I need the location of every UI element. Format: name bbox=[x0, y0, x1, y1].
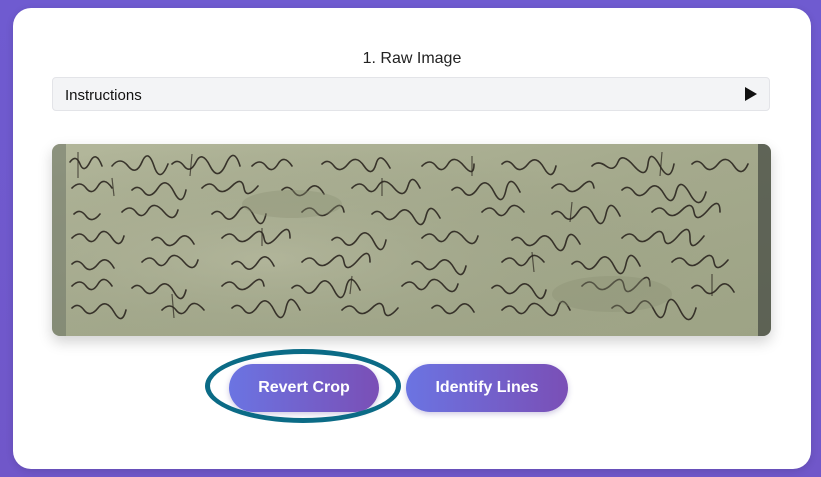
action-buttons: Revert Crop Identify Lines bbox=[0, 364, 798, 412]
manuscript-image bbox=[52, 144, 771, 336]
play-triangle-icon bbox=[745, 87, 757, 101]
instructions-toggle[interactable]: Instructions bbox=[52, 77, 770, 111]
revert-crop-button[interactable]: Revert Crop bbox=[229, 364, 379, 412]
step-title: 1. Raw Image bbox=[362, 50, 462, 67]
identify-lines-button[interactable]: Identify Lines bbox=[406, 364, 568, 412]
instructions-label: Instructions bbox=[65, 87, 142, 104]
